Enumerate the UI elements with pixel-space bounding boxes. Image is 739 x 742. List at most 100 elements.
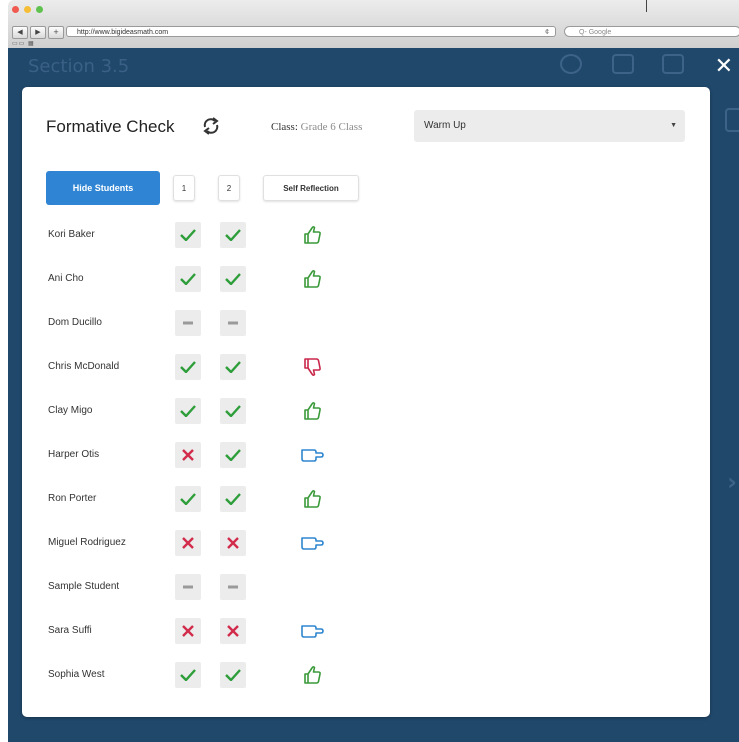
background-page-title: Section 3.5 — [28, 56, 130, 77]
student-row: Dom Ducillo — [22, 303, 710, 343]
thumbs-up-icon — [298, 266, 326, 292]
student-name[interactable]: Sophia West — [48, 655, 105, 695]
check-icon — [180, 493, 196, 505]
check-icon — [180, 273, 196, 285]
class-label: Class: Grade 6 Class — [271, 121, 362, 133]
check-icon — [180, 669, 196, 681]
student-name[interactable]: Miguel Rodriguez — [48, 523, 126, 563]
side-tab-icon — [725, 108, 739, 132]
student-row: Kori Baker — [22, 215, 710, 255]
modal-title: Formative Check — [46, 117, 175, 136]
student-row: Sample Student — [22, 567, 710, 607]
question-2-result-cell — [220, 530, 246, 556]
check-icon — [225, 493, 241, 505]
check-icon — [225, 669, 241, 681]
student-name[interactable]: Ron Porter — [48, 479, 96, 519]
cross-icon — [182, 449, 194, 461]
question-1-result-cell — [175, 266, 201, 292]
window-controls — [12, 6, 43, 13]
check-icon — [225, 361, 241, 373]
thumbs-down-icon — [298, 354, 326, 380]
student-name[interactable]: Sara Suffi — [48, 611, 92, 651]
student-row: Ani Cho — [22, 259, 710, 299]
add-tab-icon[interactable]: + — [48, 26, 64, 39]
check-icon — [180, 229, 196, 241]
student-name[interactable]: Kori Baker — [48, 215, 95, 255]
forward-icon[interactable]: ▶ — [30, 26, 46, 39]
student-name[interactable]: Harper Otis — [48, 435, 99, 475]
check-icon — [225, 405, 241, 417]
student-row: Sophia West — [22, 655, 710, 695]
student-row: Chris McDonald — [22, 347, 710, 387]
student-name[interactable]: Clay Migo — [48, 391, 92, 431]
formative-check-modal: Formative Check Class: Grade 6 Class War… — [22, 87, 710, 717]
check-icon — [225, 229, 241, 241]
cross-icon — [227, 625, 239, 637]
student-row: Sara Suffi — [22, 611, 710, 651]
url-bar[interactable]: http://www.bigideasmath.com ¢ — [66, 26, 556, 37]
student-row: Ron Porter — [22, 479, 710, 519]
question-2-result-cell — [220, 398, 246, 424]
question-2-button[interactable]: 2 — [218, 175, 240, 201]
question-1-result-cell — [175, 662, 201, 688]
question-2-result-cell — [220, 266, 246, 292]
divider — [646, 0, 647, 12]
assignment-select[interactable]: Warm Up ▼ — [414, 110, 685, 142]
chevron-right-icon[interactable]: › — [727, 468, 737, 496]
question-1-result-cell — [175, 442, 201, 468]
zoom-window-icon[interactable] — [36, 6, 43, 13]
student-name[interactable]: Dom Ducillo — [48, 303, 102, 343]
refresh-icon[interactable] — [201, 117, 221, 135]
thumbs-sideways-icon — [298, 530, 326, 556]
thumbs-up-icon — [298, 486, 326, 512]
question-1-result-cell — [175, 486, 201, 512]
student-name[interactable]: Chris McDonald — [48, 347, 119, 387]
class-value: Grade 6 Class — [300, 121, 363, 133]
question-2-result-cell — [220, 354, 246, 380]
question-1-result-cell — [175, 310, 201, 336]
question-2-result-cell — [220, 222, 246, 248]
question-2-result-cell — [220, 442, 246, 468]
browser-search-input[interactable]: Q- Google — [564, 26, 739, 37]
question-1-result-cell — [175, 222, 201, 248]
browser-search-placeholder: Q- Google — [579, 29, 612, 36]
url-text: http://www.bigideasmath.com — [77, 29, 169, 36]
thumbs-sideways-icon — [298, 618, 326, 644]
check-icon — [180, 405, 196, 417]
thumbs-up-icon — [298, 222, 326, 248]
question-1-result-cell — [175, 574, 201, 600]
cross-icon — [182, 537, 194, 549]
student-name[interactable]: Sample Student — [48, 567, 119, 607]
dash-icon — [228, 585, 238, 589]
class-label-text: Class: — [271, 121, 298, 133]
question-2-result-cell — [220, 310, 246, 336]
caret-down-icon: ▼ — [670, 122, 677, 129]
dash-icon — [183, 585, 193, 589]
check-icon — [180, 361, 196, 373]
reload-icon[interactable]: ¢ — [545, 27, 549, 38]
question-2-result-cell — [220, 618, 246, 644]
thumbs-sideways-icon — [298, 442, 326, 468]
question-2-result-cell — [220, 574, 246, 600]
question-1-result-cell — [175, 354, 201, 380]
background-toolbar-icon — [560, 54, 582, 74]
student-row: Clay Migo — [22, 391, 710, 431]
question-1-result-cell — [175, 618, 201, 644]
browser-nav: ◀ ▶ + — [12, 26, 64, 39]
self-reflection-button[interactable]: Self Reflection — [263, 175, 359, 201]
background-toolbar-icon — [662, 54, 684, 74]
thumbs-up-icon — [298, 398, 326, 424]
minimize-window-icon[interactable] — [24, 6, 31, 13]
student-name[interactable]: Ani Cho — [48, 259, 84, 299]
question-1-button[interactable]: 1 — [173, 175, 195, 201]
dash-icon — [228, 321, 238, 325]
hide-students-button[interactable]: Hide Students — [46, 171, 160, 205]
bookmarks-bar-icon[interactable]: ▭▭ ▦ — [12, 40, 35, 47]
browser-chrome: ◀ ▶ + http://www.bigideasmath.com ¢ Q- G… — [8, 0, 739, 49]
back-icon[interactable]: ◀ — [12, 26, 28, 39]
close-window-icon[interactable] — [12, 6, 19, 13]
thumbs-up-icon — [298, 662, 326, 688]
student-row: Harper Otis — [22, 435, 710, 475]
close-modal-icon[interactable]: ✕ — [715, 56, 733, 78]
background-toolbar-icon — [612, 54, 634, 74]
